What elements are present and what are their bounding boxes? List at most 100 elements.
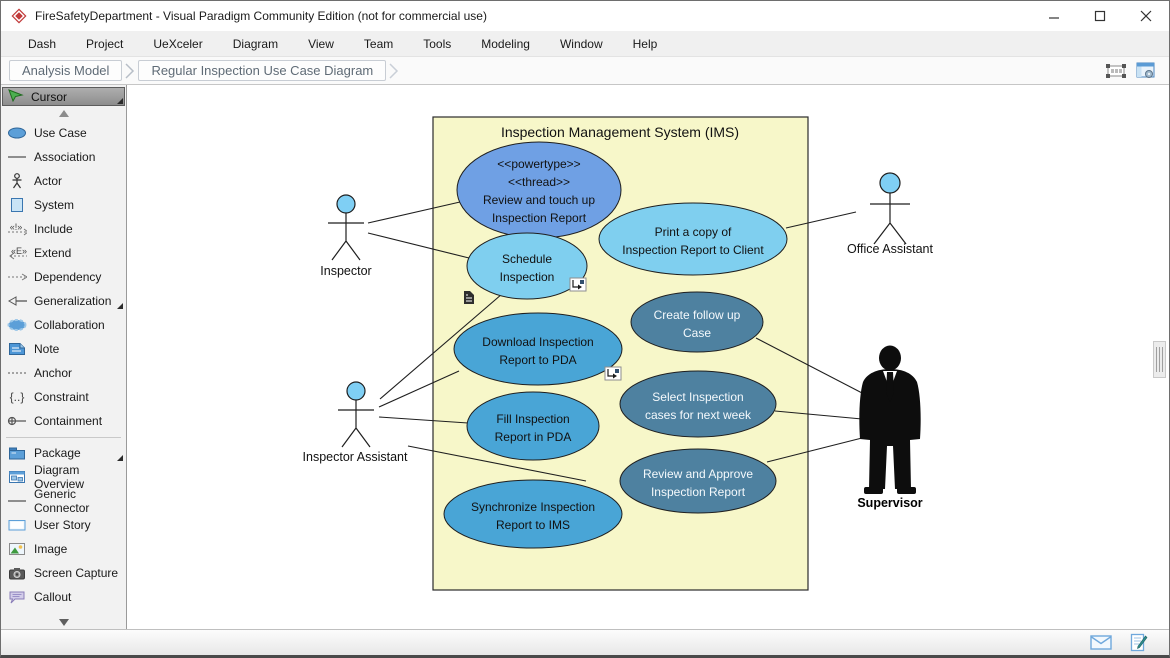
tool-note[interactable]: Note bbox=[1, 337, 126, 361]
tool-generalization[interactable]: Generalization bbox=[1, 289, 126, 313]
fit-bounds-icon[interactable] bbox=[1101, 59, 1131, 83]
tool-use-case[interactable]: Use Case bbox=[1, 121, 126, 145]
actor-inspector-assistant[interactable]: Inspector Assistant bbox=[303, 382, 408, 464]
tool-dependency[interactable]: Dependency bbox=[1, 265, 126, 289]
chevron-right-icon bbox=[124, 61, 136, 81]
include-icon: «!» bbox=[7, 221, 27, 237]
svg-text:«E»: «E» bbox=[11, 246, 27, 256]
tool-include[interactable]: «!» Include bbox=[1, 217, 126, 241]
tool-label: Actor bbox=[34, 174, 62, 188]
menu-help[interactable]: Help bbox=[618, 33, 673, 55]
svg-text:Supervisor: Supervisor bbox=[857, 496, 922, 510]
tool-collaboration[interactable]: Collaboration bbox=[1, 313, 126, 337]
edit-note-icon[interactable] bbox=[1127, 633, 1151, 653]
actor-inspector[interactable]: Inspector bbox=[320, 195, 371, 278]
menu-project[interactable]: Project bbox=[71, 33, 138, 55]
use-case-print-copy[interactable]: Print a copy of Inspection Report to Cli… bbox=[599, 203, 787, 275]
tool-label: Constraint bbox=[34, 390, 89, 404]
tool-system[interactable]: System bbox=[1, 193, 126, 217]
menu-diagram[interactable]: Diagram bbox=[218, 33, 293, 55]
generalization-icon bbox=[7, 293, 27, 309]
svg-text:{..}: {..} bbox=[10, 390, 25, 404]
tool-label: Image bbox=[34, 542, 67, 556]
tool-callout[interactable]: Callout bbox=[1, 585, 126, 609]
use-case-download-report[interactable]: Download Inspection Report to PDA bbox=[454, 313, 622, 385]
tool-screen-capture[interactable]: Screen Capture bbox=[1, 561, 126, 585]
subdiagram-icon bbox=[605, 367, 621, 380]
svg-text:<<thread>>: <<thread>> bbox=[508, 175, 570, 189]
visual-paradigm-logo-icon bbox=[11, 8, 27, 24]
palette-separator bbox=[6, 437, 121, 438]
tool-label: Callout bbox=[34, 590, 71, 604]
svg-text:Review and Approve: Review and Approve bbox=[643, 467, 753, 481]
svg-text:Report to IMS: Report to IMS bbox=[496, 518, 570, 532]
tool-palette: Cursor Use Case Association Actor System bbox=[1, 85, 127, 629]
diagram-overview-icon bbox=[7, 469, 27, 485]
title-bar: FireSafetyDepartment - Visual Paradigm C… bbox=[1, 1, 1169, 31]
mail-icon[interactable] bbox=[1089, 633, 1113, 653]
close-button[interactable] bbox=[1123, 1, 1169, 31]
tool-extend[interactable]: «E» Extend bbox=[1, 241, 126, 265]
menu-dash[interactable]: Dash bbox=[13, 33, 71, 55]
tool-actor[interactable]: Actor bbox=[1, 169, 126, 193]
actor-supervisor[interactable]: Supervisor bbox=[857, 346, 922, 511]
tool-constraint[interactable]: {..} Constraint bbox=[1, 385, 126, 409]
tool-label: System bbox=[34, 198, 74, 212]
minimize-button[interactable] bbox=[1031, 1, 1077, 31]
menu-window[interactable]: Window bbox=[545, 33, 618, 55]
scroll-down-icon[interactable] bbox=[1, 615, 126, 629]
association-icon bbox=[7, 149, 27, 165]
extend-icon: «E» bbox=[7, 245, 27, 261]
documentation-icon bbox=[464, 291, 474, 304]
svg-text:cases for next week: cases for next week bbox=[645, 408, 752, 422]
menu-team[interactable]: Team bbox=[349, 33, 408, 55]
panel-splitter-grip[interactable] bbox=[1153, 341, 1166, 378]
flyout-corner-icon bbox=[117, 455, 123, 461]
maximize-button[interactable] bbox=[1077, 1, 1123, 31]
svg-text:Case: Case bbox=[683, 326, 711, 340]
svg-text:Report in PDA: Report in PDA bbox=[495, 430, 572, 444]
tool-association[interactable]: Association bbox=[1, 145, 126, 169]
tool-label: User Story bbox=[34, 518, 91, 532]
tool-image[interactable]: Image bbox=[1, 537, 126, 561]
system-boundary-title: Inspection Management System (IMS) bbox=[501, 124, 739, 140]
actor-office-assistant[interactable]: Office Assistant bbox=[847, 173, 933, 256]
panel-view-icon[interactable] bbox=[1131, 59, 1161, 83]
svg-text:Inspection Report: Inspection Report bbox=[651, 485, 746, 499]
menu-uexceler[interactable]: UeXceler bbox=[138, 33, 217, 55]
tool-anchor[interactable]: Anchor bbox=[1, 361, 126, 385]
breadcrumb-current-diagram[interactable]: Regular Inspection Use Case Diagram bbox=[138, 60, 386, 81]
use-case-diagram: Inspection Management System (IMS) bbox=[127, 85, 1169, 629]
scroll-up-icon[interactable] bbox=[1, 107, 126, 121]
tool-generic-connector[interactable]: Generic Connector bbox=[1, 489, 126, 513]
tool-label: Include bbox=[34, 222, 73, 236]
tool-user-story[interactable]: User Story bbox=[1, 513, 126, 537]
use-case-create-follow-up[interactable]: Create follow up Case bbox=[631, 292, 763, 352]
use-case-fill-report[interactable]: Fill Inspection Report in PDA bbox=[467, 392, 599, 460]
use-case-select-cases[interactable]: Select Inspection cases for next week bbox=[620, 371, 776, 437]
status-bar bbox=[1, 629, 1169, 655]
svg-text:«!»: «!» bbox=[10, 222, 23, 232]
generic-connector-icon bbox=[7, 493, 27, 509]
tool-label: Generalization bbox=[34, 294, 111, 308]
tool-label: Note bbox=[34, 342, 59, 356]
use-case-review-approve[interactable]: Review and Approve Inspection Report bbox=[620, 449, 776, 513]
subdiagram-icon bbox=[570, 278, 586, 291]
use-case-review-touch-up[interactable]: <<powertype>> <<thread>> Review and touc… bbox=[457, 142, 621, 238]
menu-tools[interactable]: Tools bbox=[408, 33, 466, 55]
tool-cursor[interactable]: Cursor bbox=[2, 87, 125, 106]
collaboration-icon bbox=[7, 317, 27, 333]
tool-label: Cursor bbox=[31, 90, 67, 104]
breadcrumb-analysis-model[interactable]: Analysis Model bbox=[9, 60, 122, 81]
tool-label: Containment bbox=[34, 414, 102, 428]
menu-view[interactable]: View bbox=[293, 33, 349, 55]
image-icon bbox=[7, 541, 27, 557]
use-case-schedule-inspection[interactable]: Schedule Inspection bbox=[467, 233, 587, 299]
tool-package[interactable]: Package bbox=[1, 441, 126, 465]
use-case-synchronize-report[interactable]: Synchronize Inspection Report to IMS bbox=[444, 480, 622, 548]
diagram-canvas[interactable]: Inspection Management System (IMS) bbox=[127, 85, 1169, 629]
menu-modeling[interactable]: Modeling bbox=[466, 33, 545, 55]
tool-containment[interactable]: Containment bbox=[1, 409, 126, 433]
chevron-right-icon bbox=[388, 61, 400, 81]
tool-diagram-overview[interactable]: Diagram Overview bbox=[1, 465, 126, 489]
